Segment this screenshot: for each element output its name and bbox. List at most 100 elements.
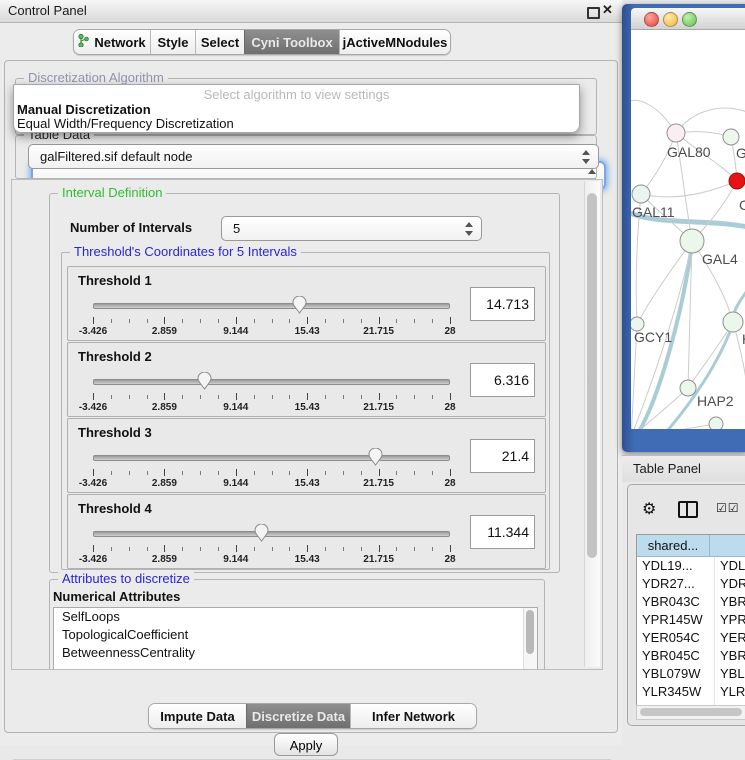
slider-thumb[interactable] (197, 372, 212, 390)
table-cell[interactable]: YLR3 (715, 683, 745, 701)
table-row[interactable]: YER054CYER0 (637, 629, 745, 647)
tab-network-label: Network (94, 35, 145, 50)
network-node[interactable] (729, 173, 745, 189)
tick-mark (164, 469, 165, 476)
threshold-4-box: Threshold 4 -3.4262.8599.14415.4321.7152… (67, 494, 546, 569)
threshold-3-slider[interactable] (93, 455, 450, 461)
tab-network[interactable]: Network (74, 30, 150, 54)
table-cell[interactable]: YER054C (637, 629, 715, 647)
tab-select[interactable]: Select (195, 30, 244, 54)
table-row[interactable]: YLR345WYLR3 (637, 683, 745, 701)
tab-discretize-data[interactable]: Discretize Data (246, 704, 350, 728)
checkbox-icons[interactable]: ☑☑ (716, 501, 740, 515)
table-cell[interactable]: YPR1 (715, 611, 745, 629)
network-node[interactable] (632, 185, 650, 203)
cyni-toolbox-panel: Discretization Algorithm Table Data galF… (4, 60, 618, 733)
table-cell[interactable]: YBR0 (715, 593, 745, 611)
tick-mark (343, 395, 344, 399)
network-view-window[interactable]: GAL80GCGAL11GAL4GCY1HHAP2 (622, 4, 745, 452)
network-node[interactable] (723, 312, 743, 332)
threshold-3-value-field[interactable]: 21.4 (470, 439, 535, 473)
tick-mark (325, 395, 326, 399)
threshold-1-value-field[interactable]: 14.713 (470, 287, 535, 321)
slider-thumb[interactable] (254, 524, 269, 542)
table-cell[interactable]: YBR0 (715, 647, 745, 665)
slider-thumb[interactable] (368, 448, 383, 466)
dropdown-option-equal-width-frequency[interactable]: Equal Width/Frequency Discretization (17, 116, 234, 131)
num-intervals-select[interactable]: 5 (221, 216, 482, 241)
scrollbar-thumb[interactable] (587, 193, 597, 558)
network-window-titlebar[interactable] (631, 8, 745, 30)
tick-mark (379, 317, 380, 324)
table-cell[interactable]: YBL079W (637, 665, 715, 683)
table-row[interactable]: YPR145WYPR1 (637, 611, 745, 629)
table-cell[interactable]: YDR2 (715, 575, 745, 593)
threshold-3-box: Threshold 3 -3.4262.8599.14415.4321.7152… (67, 418, 546, 493)
attribute-list-item[interactable]: SelfLoops (54, 608, 537, 626)
close-traffic-light[interactable] (644, 12, 659, 27)
table-cell[interactable]: YBR045C (637, 647, 715, 665)
tab-jactivemnodules[interactable]: jActiveMNodules (339, 30, 450, 54)
table-panel-titlebar: Table Panel (622, 455, 745, 482)
gear-icon[interactable]: ⚙ (642, 499, 656, 519)
tab-infer-network[interactable]: Infer Network (350, 704, 476, 728)
threshold-2-slider[interactable] (93, 379, 450, 385)
table-cell[interactable]: YPR145W (637, 611, 715, 629)
table-rows: YDL19...YDL1YDR27...YDR2YBR043CYBR0YPR14… (637, 557, 745, 705)
attribute-list-item[interactable]: TopologicalCoefficient (54, 626, 537, 644)
scrollbar-thumb[interactable] (640, 708, 742, 716)
network-node[interactable] (723, 129, 739, 145)
threshold-1-slider[interactable] (93, 303, 450, 309)
attribute-list-item[interactable]: BetweennessCentrality (54, 644, 537, 662)
dropdown-option-manual-discretization[interactable]: Manual Discretization (17, 102, 151, 117)
node-table: shared... na YDL19...YDL1YDR27...YDR2YBR… (636, 534, 745, 705)
threshold-4-slider[interactable] (93, 531, 450, 537)
table-data-select[interactable]: galFiltered.sif default node (28, 144, 599, 169)
threshold-4-value-field[interactable]: 11.344 (470, 515, 535, 549)
table-cell[interactable]: YDL19... (637, 557, 715, 575)
table-row[interactable]: YDL19...YDL1 (637, 557, 745, 575)
tick-mark (254, 395, 255, 399)
table-cell[interactable]: YDL1 (715, 557, 745, 575)
table-row[interactable]: YDR27...YDR2 (637, 575, 745, 593)
column-header-name[interactable]: na (710, 535, 745, 556)
tab-style[interactable]: Style (150, 30, 195, 54)
panel-scrollbar[interactable] (584, 181, 600, 667)
table-row[interactable]: YBL079WYBL0 (637, 665, 745, 683)
network-canvas[interactable]: GAL80GCGAL11GAL4GCY1HHAP2 (631, 30, 745, 429)
group-title: Attributes to discretize (58, 571, 194, 586)
tick-label: 28 (444, 554, 455, 565)
node-label: GAL11 (632, 204, 675, 220)
network-edge (631, 388, 688, 429)
tick-mark (272, 319, 273, 323)
table-row[interactable]: YBR043CYBR0 (637, 593, 745, 611)
scrollbar-thumb[interactable] (526, 610, 534, 654)
float-window-icon[interactable] (587, 7, 600, 19)
tick-mark (93, 545, 94, 552)
list-scrollbar[interactable] (523, 608, 537, 670)
table-cell[interactable]: YLR345W (637, 683, 715, 701)
network-node[interactable] (667, 124, 685, 142)
table-cell[interactable]: YBR043C (637, 593, 715, 611)
columns-icon[interactable] (678, 501, 698, 518)
tab-cyni-toolbox[interactable]: Cyni Toolbox (244, 30, 339, 54)
tab-impute-data[interactable]: Impute Data (149, 704, 246, 728)
numerical-attributes-list[interactable]: SelfLoopsTopologicalCoefficientBetweenne… (53, 607, 538, 670)
zoom-traffic-light[interactable] (682, 12, 697, 27)
network-node[interactable] (709, 417, 723, 429)
tick-mark (307, 393, 308, 400)
column-header-shared-name[interactable]: shared... (637, 535, 710, 556)
threshold-2-value-field[interactable]: 6.316 (470, 363, 535, 397)
network-node[interactable] (680, 229, 704, 253)
minimize-traffic-light[interactable] (663, 12, 678, 27)
slider-thumb[interactable] (292, 296, 307, 314)
table-cell[interactable]: YDR27... (637, 575, 715, 593)
table-row[interactable]: YBR045CYBR0 (637, 647, 745, 665)
cyni-mode-tabstrip: Impute Data Discretize Data Infer Networ… (148, 703, 477, 729)
tick-label: 21.715 (363, 402, 394, 413)
table-horizontal-scrollbar[interactable] (636, 705, 745, 720)
close-icon[interactable]: ✕ (602, 2, 613, 18)
network-node[interactable] (680, 380, 696, 396)
table-cell[interactable]: YBL0 (715, 665, 745, 683)
table-cell[interactable]: YER0 (715, 629, 745, 647)
